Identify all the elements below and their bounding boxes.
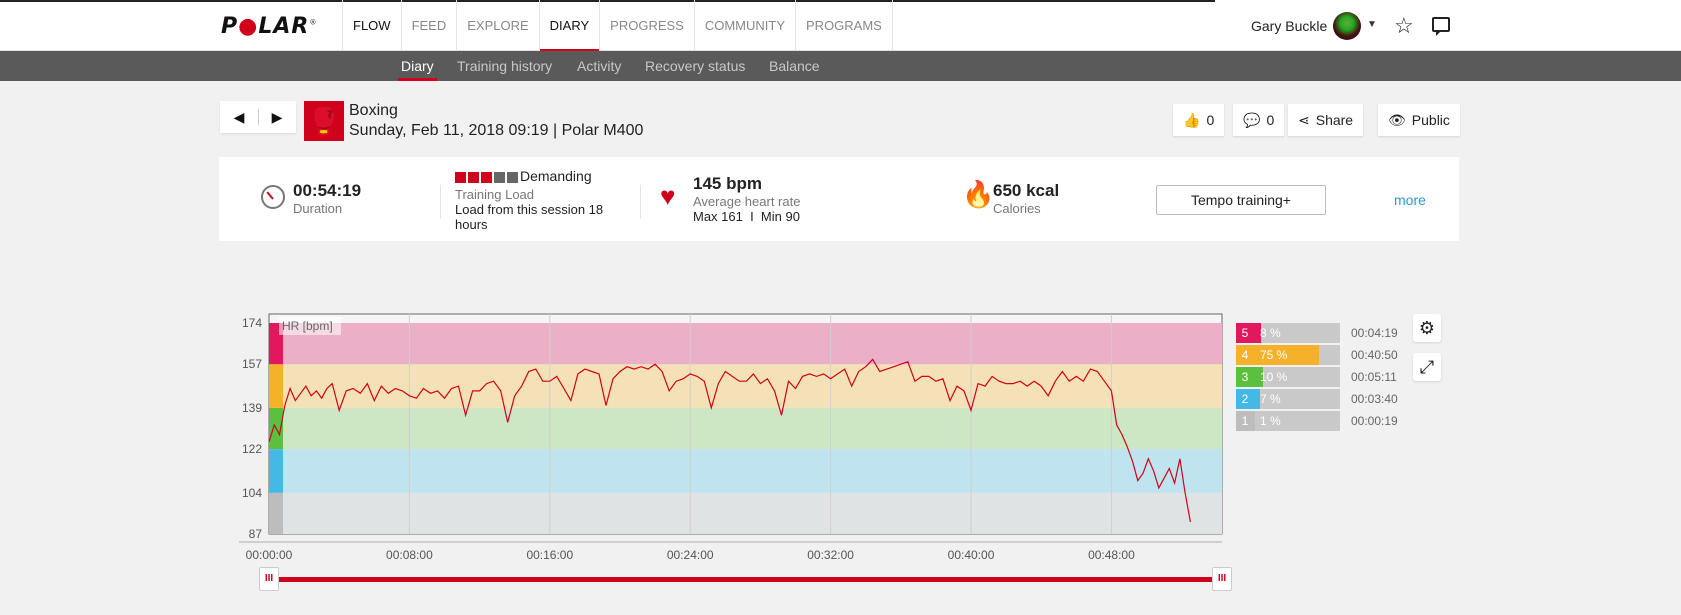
hr-zone-band (283, 492, 1222, 534)
zone-number: 4 (1236, 345, 1254, 365)
y-tick-label: 139 (242, 401, 262, 415)
gear-icon[interactable]: ⚙ (1413, 314, 1441, 342)
zone-row: 5 8 % (1236, 323, 1340, 343)
heart-rate-chart-area: 00:00:00 00:08:00 00:16:00 00:24:00 00:32:00… (0, 0, 1681, 615)
range-handle-end[interactable]: III (1212, 567, 1232, 591)
zone-row: 2 7 % (1236, 389, 1340, 409)
y-tick-label: 157 (242, 357, 262, 371)
hr-zone-band (283, 407, 1222, 450)
x-tick-label: 00:48:00 (1088, 548, 1135, 562)
zone-row: 3 10 % (1236, 367, 1340, 387)
x-tick-label: 00:00:00 (246, 548, 293, 562)
range-handle-start[interactable]: III (259, 567, 279, 591)
zone-percent: 10 % (1260, 370, 1288, 384)
zone-bar-fill (1254, 411, 1255, 431)
y-tick-label: 104 (242, 486, 262, 500)
hr-zone-band (283, 364, 1222, 408)
zone-percent: 7 % (1260, 392, 1281, 406)
zone-percent: 8 % (1260, 326, 1281, 340)
zone-percent: 75 % (1260, 348, 1288, 362)
hr-zone-band (283, 449, 1222, 493)
zone-time: 00:05:11 (1351, 370, 1397, 384)
zone-number: 3 (1236, 367, 1254, 387)
x-tick-label: 00:24:00 (667, 548, 714, 562)
zone-time: 00:00:19 (1351, 414, 1398, 428)
hr-zone-band (283, 323, 1222, 365)
x-tick-label: 00:16:00 (526, 548, 573, 562)
zone-time: 00:40:50 (1351, 348, 1398, 362)
x-tick-label: 00:32:00 (807, 548, 854, 562)
zone-percent: 1 % (1260, 414, 1281, 428)
hr-zone-strip (269, 364, 283, 408)
zone-row: 1 1 % (1236, 411, 1340, 431)
heart-rate-chart[interactable]: 00:00:00 00:08:00 00:16:00 00:24:00 00:32:00… (0, 0, 1681, 615)
x-tick-label: 00:08:00 (386, 548, 433, 562)
zone-time: 00:04:19 (1351, 326, 1398, 340)
time-range-slider[interactable] (268, 577, 1222, 582)
y-tick-label: 122 (242, 442, 262, 456)
y-tick-label: 174 (242, 316, 262, 330)
zone-number: 5 (1236, 323, 1254, 343)
zone-number: 1 (1236, 411, 1254, 431)
y-tick-label: 87 (249, 527, 263, 541)
zone-time: 00:03:40 (1351, 392, 1398, 406)
series-label: HR [bpm] (282, 319, 333, 333)
hr-zone-strip (269, 449, 283, 493)
x-tick-label: 00:40:00 (948, 548, 995, 562)
fullscreen-icon[interactable]: ⤢ (1413, 353, 1441, 381)
zone-row: 4 75 % (1236, 345, 1340, 365)
hr-zone-strip (269, 492, 283, 534)
zone-number: 2 (1236, 389, 1254, 409)
